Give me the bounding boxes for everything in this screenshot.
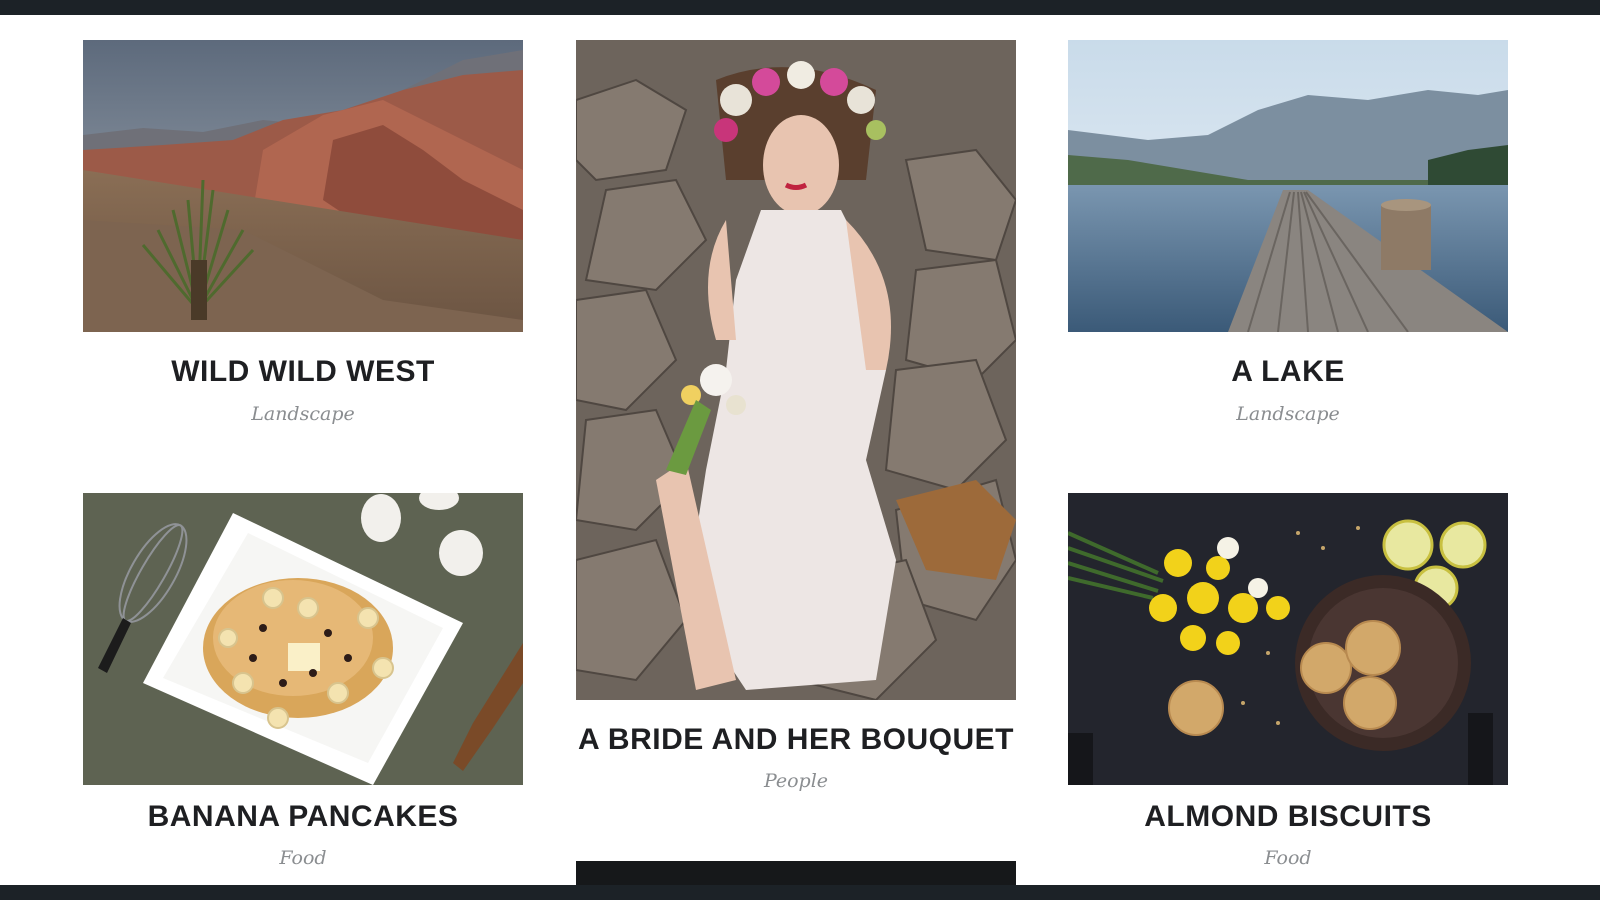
desert-canyon-photo (83, 40, 523, 332)
lake-pier-photo (1068, 40, 1508, 332)
portfolio-item-category[interactable]: Food (1068, 847, 1508, 869)
portfolio-item-category[interactable]: Food (83, 847, 523, 869)
bride-with-bouquet-photo (576, 40, 1016, 700)
portfolio-card-a-lake: A LAKE Landscape (1068, 40, 1508, 440)
portfolio-card-banana-pancakes: BANANA PANCAKES Food (83, 493, 523, 893)
portfolio-item-category[interactable]: Landscape (1068, 403, 1508, 425)
portfolio-card-wild-wild-west: WILD WILD WEST Landscape (83, 40, 523, 440)
bride-with-bouquet-image[interactable] (576, 40, 1016, 700)
portfolio-item-title[interactable]: BANANA PANCAKES (83, 800, 523, 834)
portfolio-item-title[interactable]: A BRIDE AND HER BOUQUET (576, 723, 1016, 757)
desert-canyon-image[interactable] (83, 40, 523, 332)
next-portfolio-image-partial[interactable] (576, 861, 1016, 885)
bottom-frame-bar (0, 885, 1600, 900)
pancakes-plate-image[interactable] (83, 493, 523, 785)
biscuits-daffodils-image[interactable] (1068, 493, 1508, 785)
portfolio-item-title[interactable]: A LAKE (1068, 355, 1508, 389)
portfolio-item-category[interactable]: People (576, 770, 1016, 792)
portfolio-item-title[interactable]: WILD WILD WEST (83, 355, 523, 389)
top-frame-bar (0, 0, 1600, 15)
pancakes-plate-photo (83, 493, 523, 785)
biscuits-daffodils-photo (1068, 493, 1508, 785)
portfolio-card-bride-and-bouquet: A BRIDE AND HER BOUQUET People (576, 40, 1016, 800)
portfolio-item-title[interactable]: ALMOND BISCUITS (1068, 800, 1508, 834)
lake-pier-image[interactable] (1068, 40, 1508, 332)
portfolio-card-almond-biscuits: ALMOND BISCUITS Food (1068, 493, 1508, 893)
portfolio-item-category[interactable]: Landscape (83, 403, 523, 425)
